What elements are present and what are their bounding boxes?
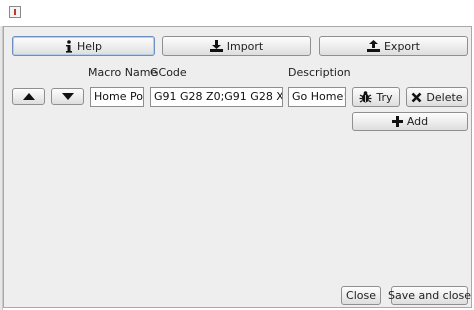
arrow-down-icon (61, 93, 74, 100)
delete-button-label: Delete (426, 90, 463, 104)
macro-name-header: Macro Name (88, 66, 158, 79)
info-icon (65, 39, 73, 53)
download-icon (209, 40, 223, 52)
upload-icon (366, 40, 380, 52)
macro-description-field[interactable]: Go Home! (288, 87, 346, 107)
macro-gcode-field[interactable]: G91 G28 Z0;G91 G28 X0 Y0 (150, 87, 283, 107)
close-button[interactable]: Close (341, 286, 381, 305)
help-button[interactable]: Help (12, 36, 155, 56)
delete-button[interactable]: Delete (406, 87, 468, 107)
java-app-icon (9, 6, 21, 18)
import-button-label: Import (226, 39, 264, 53)
try-button-label: Try (376, 90, 393, 104)
move-down-button[interactable] (51, 88, 84, 105)
title-bar (0, 0, 474, 26)
plus-icon (391, 116, 403, 127)
description-header: Description (288, 66, 351, 79)
try-button[interactable]: Try (352, 87, 400, 107)
close-x-icon (411, 92, 422, 103)
close-button-label: Close (346, 289, 376, 302)
help-button-label: Help (76, 39, 103, 53)
macro-dialog (3, 26, 472, 308)
export-button-label: Export (383, 39, 420, 53)
export-button[interactable]: Export (319, 36, 468, 56)
add-button[interactable]: Add (352, 112, 468, 131)
gcode-header: GCode (150, 66, 187, 79)
move-up-button[interactable] (12, 88, 45, 105)
bug-icon (359, 91, 372, 103)
save-and-close-button-label: Save and close (387, 289, 472, 302)
arrow-up-icon (22, 93, 35, 100)
add-button-label: Add (406, 115, 429, 128)
save-and-close-button[interactable]: Save and close (387, 286, 472, 305)
macro-name-field[interactable]: Home Pos (90, 87, 144, 107)
import-button[interactable]: Import (162, 36, 311, 56)
